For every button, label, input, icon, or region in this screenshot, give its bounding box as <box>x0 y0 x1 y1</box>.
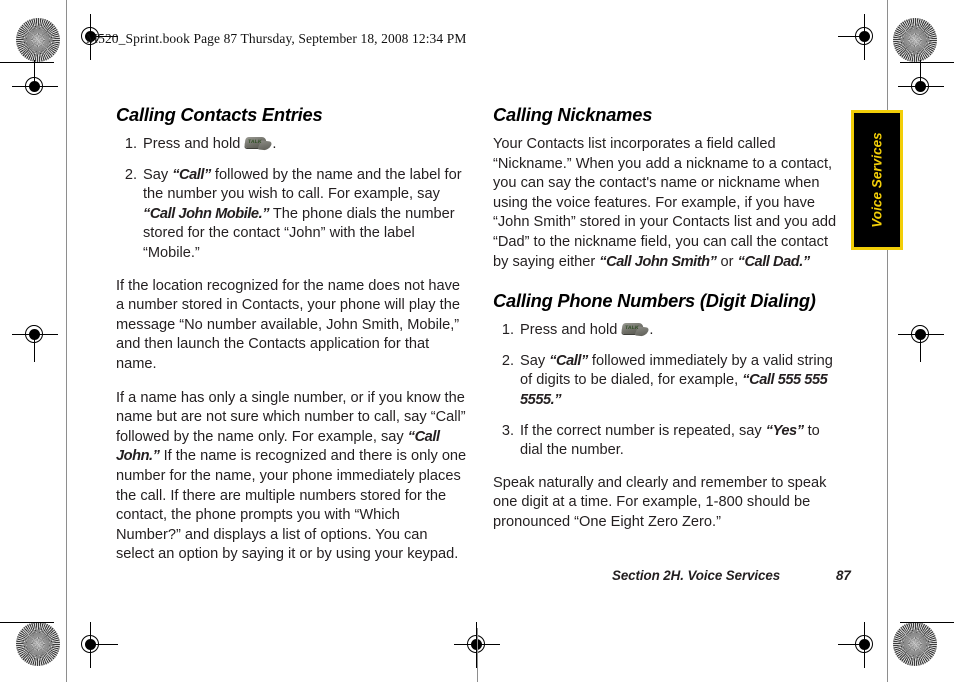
paragraph-text: Your Contacts list incorporates a field … <box>493 136 837 270</box>
step-text: Press and hold TALK. <box>520 322 653 338</box>
paragraph-text: Speak naturally and clearly and remember… <box>493 474 827 530</box>
step-number: 3. <box>501 422 514 439</box>
registration-target-upper-left-inner <box>12 60 58 104</box>
quoted-phrase: “Yes” <box>765 422 804 439</box>
list-item: 1. Press and hold TALK. <box>493 321 845 341</box>
registration-target-top-right <box>838 14 882 60</box>
steps-calling-contacts-entries: 1. Press and hold TALK. 2. Say “Call” fo… <box>116 135 468 264</box>
paragraph-text: or <box>716 253 738 270</box>
crop-mark-top-left <box>0 62 54 64</box>
step-text-segment: Press and hold <box>143 136 245 152</box>
side-tab-voice-services: Voice Services <box>851 110 903 250</box>
heading-calling-phone-numbers: Calling Phone Numbers (Digit Dialing) <box>493 290 816 312</box>
step-text-segment: If the correct number is repeated, say <box>520 422 766 439</box>
step-number: 2. <box>124 166 137 183</box>
paragraph-single-number: If a name has only a single number, or i… <box>116 389 468 565</box>
registration-rosette-bottom-right <box>893 622 937 666</box>
registration-rosette-top-left <box>16 18 60 62</box>
step-number: 1. <box>124 136 137 152</box>
step-text: Press and hold TALK. <box>143 136 276 152</box>
quoted-phrase: “Call Dad.” <box>737 253 811 270</box>
crop-mark-bottom-left <box>0 622 54 624</box>
trim-rule-left <box>66 0 68 682</box>
step-number: 1. <box>501 322 514 339</box>
footer-section-label: Section 2H. Voice Services <box>612 568 781 583</box>
list-item: 3. If the correct number is repeated, sa… <box>493 422 845 461</box>
paragraph-text: If the location recognized for the name … <box>116 277 460 372</box>
quoted-phrase: “Call” <box>549 352 588 369</box>
registration-target-mid-left <box>12 318 58 362</box>
heading-calling-contacts-entries: Calling Contacts Entries <box>116 104 323 125</box>
page-header-filename: M520_Sprint.book Page 87 Thursday, Septe… <box>86 31 467 46</box>
step-text-segment: Press and hold <box>520 322 622 339</box>
steps-digit-dialing: 1. Press and hold TALK. 2. Say “Call” fo… <box>493 321 845 461</box>
quoted-phrase: “Call John Mobile.” <box>143 205 270 222</box>
crop-mark-top-right <box>900 62 954 64</box>
list-item: 1. Press and hold TALK. <box>116 135 468 155</box>
crop-mark-bottom-right <box>900 622 954 624</box>
registration-target-mid-right <box>898 318 944 362</box>
registration-rosette-top-right <box>893 18 937 62</box>
paragraph-no-number-available: If the location recognized for the name … <box>116 277 468 375</box>
talk-key-icon: TALK <box>621 322 651 337</box>
right-column: Calling Nicknames Your Contacts list inc… <box>493 104 845 533</box>
talk-key-icon: TALK <box>244 136 274 151</box>
step-number: 2. <box>501 352 514 369</box>
page-footer: Section 2H. Voice Services 87 <box>612 568 851 583</box>
trim-rule-right <box>887 0 889 682</box>
trim-rule-center <box>477 628 479 682</box>
quoted-phrase: “Call John Smith” <box>599 253 717 270</box>
side-tab-label: Voice Services <box>869 132 885 228</box>
step-text-segment: . <box>272 136 277 152</box>
step-text-segment: Say <box>520 352 550 369</box>
footer-page-number: 87 <box>836 568 851 583</box>
list-item: 2. Say “Call” followed immediately by a … <box>493 352 845 411</box>
registration-target-bottom-left <box>74 622 118 668</box>
quoted-phrase: “Call” <box>172 166 211 183</box>
registration-target-upper-right-inner <box>898 60 944 104</box>
step-text-segment: Say <box>143 166 173 183</box>
step-text-segment: . <box>649 322 654 339</box>
paragraph-text: If the name is recognized and there is o… <box>116 448 467 563</box>
registration-rosette-bottom-left <box>16 622 60 666</box>
paragraph-speak-naturally: Speak naturally and clearly and remember… <box>493 474 845 533</box>
heading-calling-nicknames: Calling Nicknames <box>493 104 653 125</box>
registration-target-bottom-right <box>838 622 882 668</box>
list-item: 2. Say “Call” followed by the name and t… <box>116 166 468 264</box>
step-text: Say “Call” followed immediately by a val… <box>520 353 833 408</box>
left-column: Calling Contacts Entries 1. Press and ho… <box>116 104 468 565</box>
step-text: If the correct number is repeated, say “… <box>520 423 820 459</box>
step-text: Say “Call” followed by the name and the … <box>143 167 462 261</box>
paragraph-nicknames: Your Contacts list incorporates a field … <box>493 135 845 272</box>
